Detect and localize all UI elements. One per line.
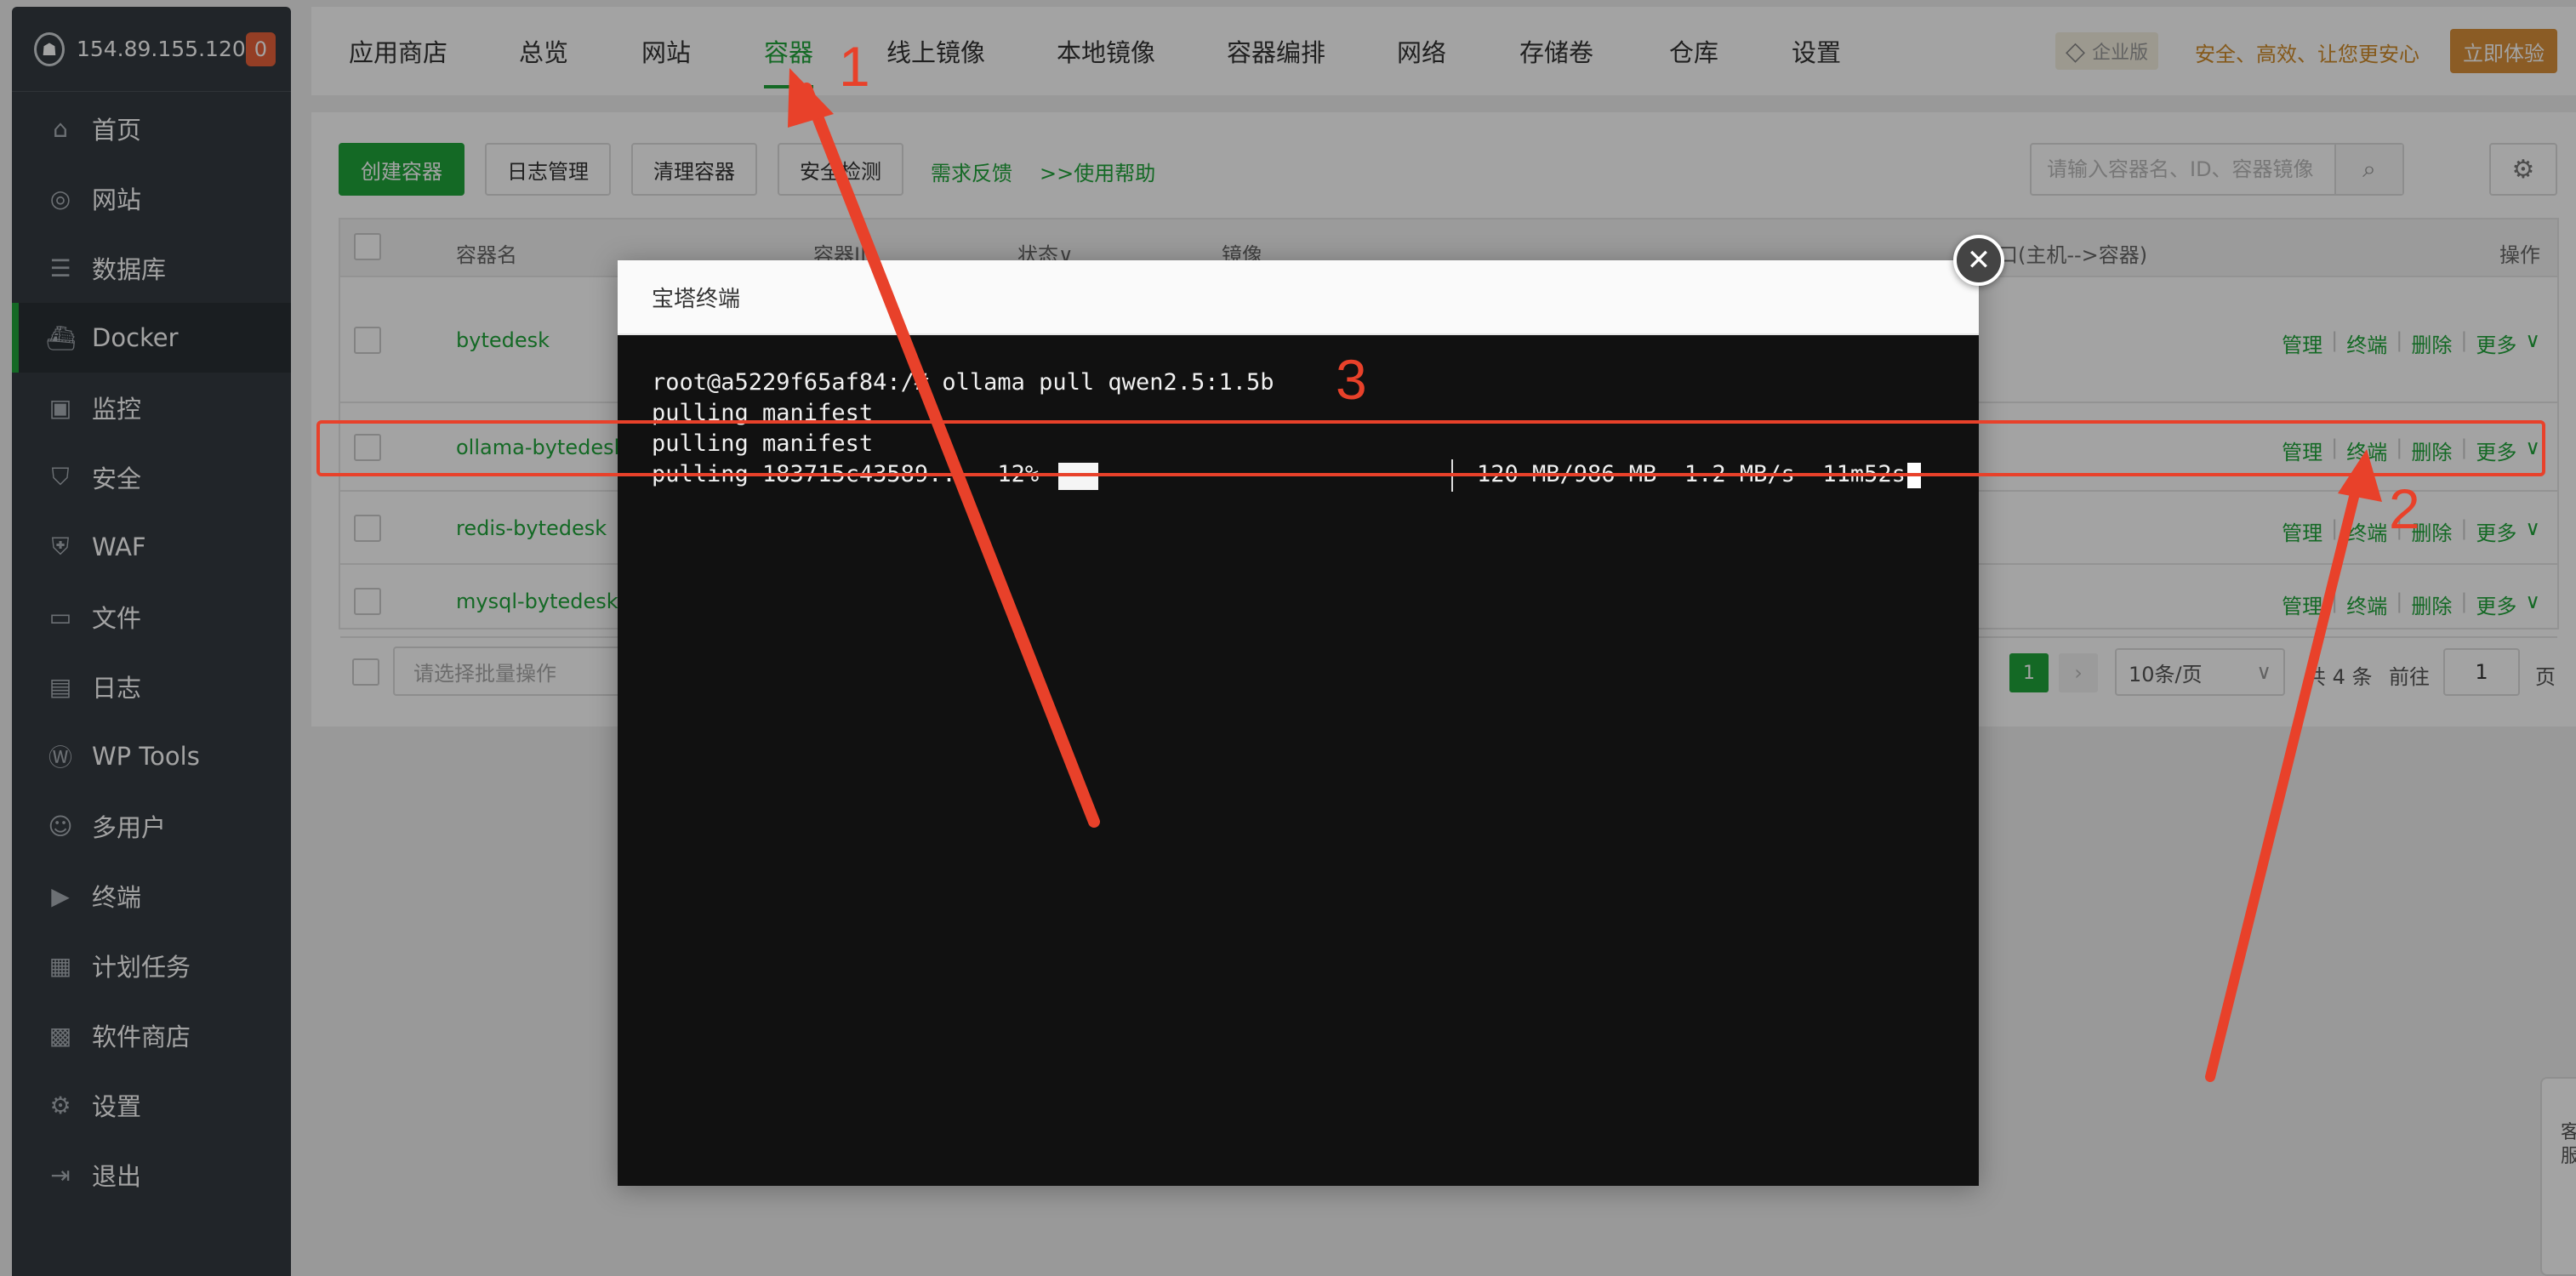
highlight-box bbox=[316, 420, 2545, 476]
annotation-number-1: 1 bbox=[839, 35, 870, 98]
terminal-line: root@a5229f65af84:/# ollama pull qwen2.5… bbox=[652, 369, 1274, 396]
annotation-number-3: 3 bbox=[1336, 348, 1367, 411]
modal-title: 宝塔终端 bbox=[618, 260, 1979, 335]
annotation-number-2: 2 bbox=[2389, 477, 2420, 540]
close-icon[interactable]: ✕ bbox=[1953, 235, 2004, 286]
terminal-modal: 宝塔终端 root@a5229f65af84:/# ollama pull qw… bbox=[618, 260, 1979, 1186]
